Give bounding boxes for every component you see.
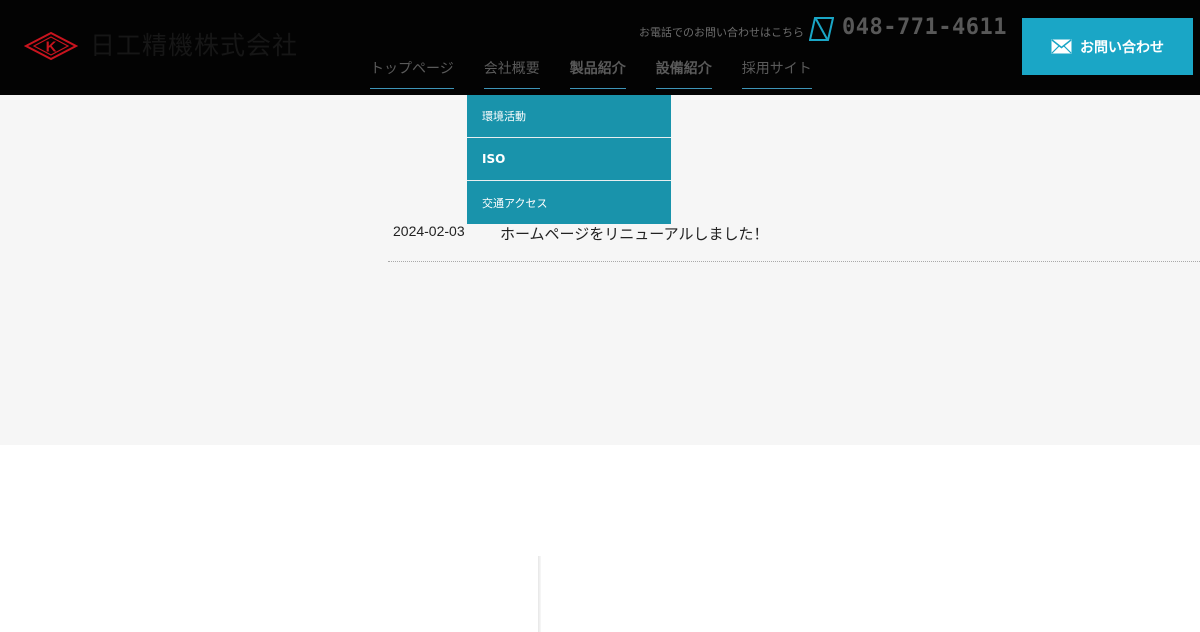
company-logo-icon: K — [24, 31, 78, 61]
site-logo[interactable]: K 日工精機株式会社 — [24, 30, 298, 62]
news-list-item: 2024-02-03 ホームページをリニューアルしました！ — [388, 218, 1200, 262]
logo-mark-letter: K — [46, 39, 57, 56]
contact-button-label: お問い合わせ — [1080, 39, 1164, 56]
contact-button[interactable]: お問い合わせ — [1022, 18, 1193, 75]
submenu-item-environment[interactable]: 環境活動 — [467, 95, 671, 138]
news-date: 2024-02-03 — [393, 223, 465, 239]
main-nav: トップページ 会社概要 製品紹介 設備紹介 採用サイト — [370, 56, 842, 89]
section-divider — [538, 556, 541, 632]
phone-number[interactable]: 048-771-4611 — [842, 15, 1007, 40]
phone-icon — [809, 17, 834, 41]
news-title-link[interactable]: ホームページをリニューアルしました！ — [500, 223, 769, 244]
nav-item-recruit[interactable]: 採用サイト — [741, 56, 812, 89]
phone-label: お電話でのお問い合わせはこちら — [639, 26, 804, 39]
submenu-item-iso[interactable]: ISO — [467, 138, 671, 181]
company-submenu: 環境活動 ISO 交通アクセス — [467, 95, 671, 224]
mail-icon — [1051, 39, 1072, 54]
nav-item-company[interactable]: 会社概要 — [483, 56, 540, 89]
nav-item-products[interactable]: 製品紹介 — [569, 56, 626, 89]
site-header: K 日工精機株式会社 お電話でのお問い合わせはこちら 048-771-4611 … — [0, 0, 1200, 95]
submenu-item-access[interactable]: 交通アクセス — [467, 181, 671, 224]
company-name: 日工精機株式会社 — [90, 31, 299, 60]
nav-item-top[interactable]: トップページ — [370, 56, 454, 89]
nav-item-equipment[interactable]: 設備紹介 — [655, 56, 712, 89]
